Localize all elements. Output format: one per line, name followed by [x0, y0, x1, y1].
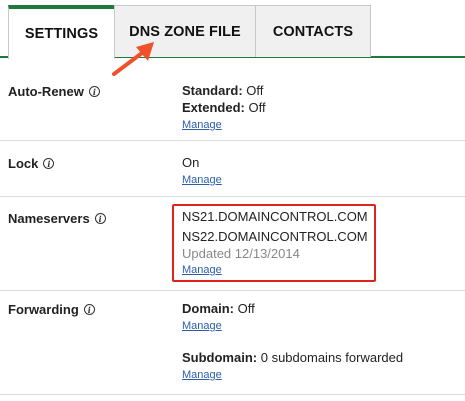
- forwarding-label: Forwarding i: [8, 302, 95, 317]
- forwarding-subdomain-manage-link[interactable]: Manage: [182, 369, 222, 381]
- row-divider: [0, 394, 465, 395]
- info-icon[interactable]: i: [43, 158, 55, 169]
- extended-value: Off: [248, 100, 266, 115]
- domain-label: Domain:: [182, 301, 234, 316]
- forwarding-label-text: Forwarding: [8, 302, 79, 317]
- lock-label: Lock i: [8, 156, 55, 171]
- auto-renew-standard: Standard: Off: [182, 82, 263, 99]
- standard-value: Off: [246, 83, 264, 98]
- annotation-arrow-icon: [112, 42, 154, 76]
- extended-label: Extended:: [182, 100, 245, 115]
- domain-value: Off: [237, 301, 255, 316]
- row-divider: [0, 290, 465, 291]
- tab-bar: SETTINGS DNS ZONE FILE CONTACTS: [0, 0, 465, 59]
- highlight-annotation-box: [172, 204, 376, 282]
- subdomain-label: Subdomain:: [182, 350, 258, 365]
- lock-label-text: Lock: [8, 156, 39, 171]
- forwarding-domain: Domain: Off: [182, 300, 255, 317]
- subdomain-value: 0 subdomains forwarded: [260, 350, 404, 365]
- auto-renew-label-text: Auto-Renew: [8, 84, 84, 99]
- nameservers-label: Nameservers i: [8, 211, 106, 226]
- info-icon[interactable]: i: [83, 304, 95, 315]
- info-icon[interactable]: i: [88, 86, 100, 97]
- auto-renew-extended: Extended: Off: [182, 99, 266, 116]
- nameservers-label-text: Nameservers: [8, 211, 90, 226]
- lock-value: On: [182, 155, 200, 170]
- auto-renew-manage-link[interactable]: Manage: [182, 119, 222, 131]
- forwarding-domain-manage-link[interactable]: Manage: [182, 320, 222, 332]
- standard-label: Standard:: [182, 83, 243, 98]
- tab-contacts[interactable]: CONTACTS: [255, 5, 371, 57]
- tab-settings[interactable]: SETTINGS: [8, 5, 115, 59]
- info-icon[interactable]: i: [94, 213, 106, 224]
- forwarding-subdomain: Subdomain: 0 subdomains forwarded: [182, 349, 403, 366]
- domain-settings-panel: SETTINGS DNS ZONE FILE CONTACTS Auto-Ren…: [0, 0, 465, 401]
- lock-manage-link[interactable]: Manage: [182, 174, 222, 186]
- row-divider: [0, 196, 465, 197]
- auto-renew-label: Auto-Renew i: [8, 84, 100, 99]
- row-divider: [0, 140, 465, 141]
